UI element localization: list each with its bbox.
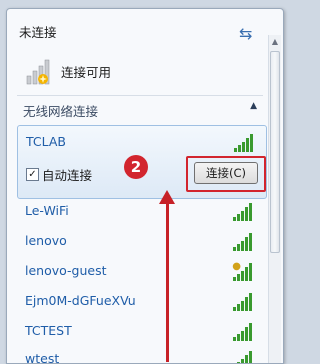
network-item-selected[interactable]: TCLAB ✓ 自动连接 2 连接(C)	[17, 125, 267, 199]
signal-icon	[233, 263, 255, 281]
network-name: Le-WiFi	[25, 203, 69, 218]
signal-icon	[233, 323, 255, 341]
scrollbar[interactable]: ▲	[268, 35, 281, 363]
wifi-available-icon	[25, 56, 55, 86]
auto-connect-checkbox[interactable]: ✓	[26, 168, 39, 181]
network-name: wtest	[25, 351, 60, 364]
signal-icon	[233, 233, 255, 251]
scroll-thumb[interactable]	[270, 51, 280, 253]
connect-button[interactable]: 连接(C)	[194, 162, 258, 184]
network-name: lenovo	[25, 233, 67, 248]
chevron-up-icon[interactable]: ▲	[250, 101, 257, 111]
annotation-arrow-shaft	[166, 200, 169, 362]
network-item[interactable]: lenovo	[17, 227, 265, 257]
network-name: lenovo-guest	[25, 263, 107, 278]
divider	[17, 95, 263, 96]
network-item[interactable]: TCTEST	[17, 317, 265, 347]
scroll-up-icon[interactable]: ▲	[269, 35, 281, 49]
wifi-panel: 未连接 ⇆ 连接可用 无线网络连接 ▲ TCLAB ✓ 自动连接 2 连接(C)…	[6, 8, 284, 364]
auto-connect-label: 自动连接	[42, 168, 93, 183]
network-item[interactable]: lenovo-guest ●	[17, 257, 265, 287]
signal-icon	[233, 293, 255, 311]
network-name: TCTEST	[25, 323, 72, 338]
signal-icon	[234, 134, 256, 152]
signal-icon	[233, 203, 255, 221]
network-name: Ejm0M-dGFueXVu	[25, 293, 136, 308]
refresh-icon[interactable]: ⇆	[239, 24, 252, 43]
signal-icon	[233, 351, 255, 363]
network-item[interactable]: Le-WiFi	[17, 197, 265, 227]
connection-status: 未连接	[19, 25, 57, 40]
annotation-badge: 2	[124, 155, 148, 179]
available-label: 连接可用	[61, 65, 112, 80]
network-name: TCLAB	[26, 134, 67, 149]
network-item[interactable]: wtest	[17, 345, 265, 364]
network-item[interactable]: Ejm0M-dGFueXVu	[17, 287, 265, 317]
section-header-wireless[interactable]: 无线网络连接 ▲	[17, 97, 263, 121]
section-title: 无线网络连接	[23, 104, 99, 119]
